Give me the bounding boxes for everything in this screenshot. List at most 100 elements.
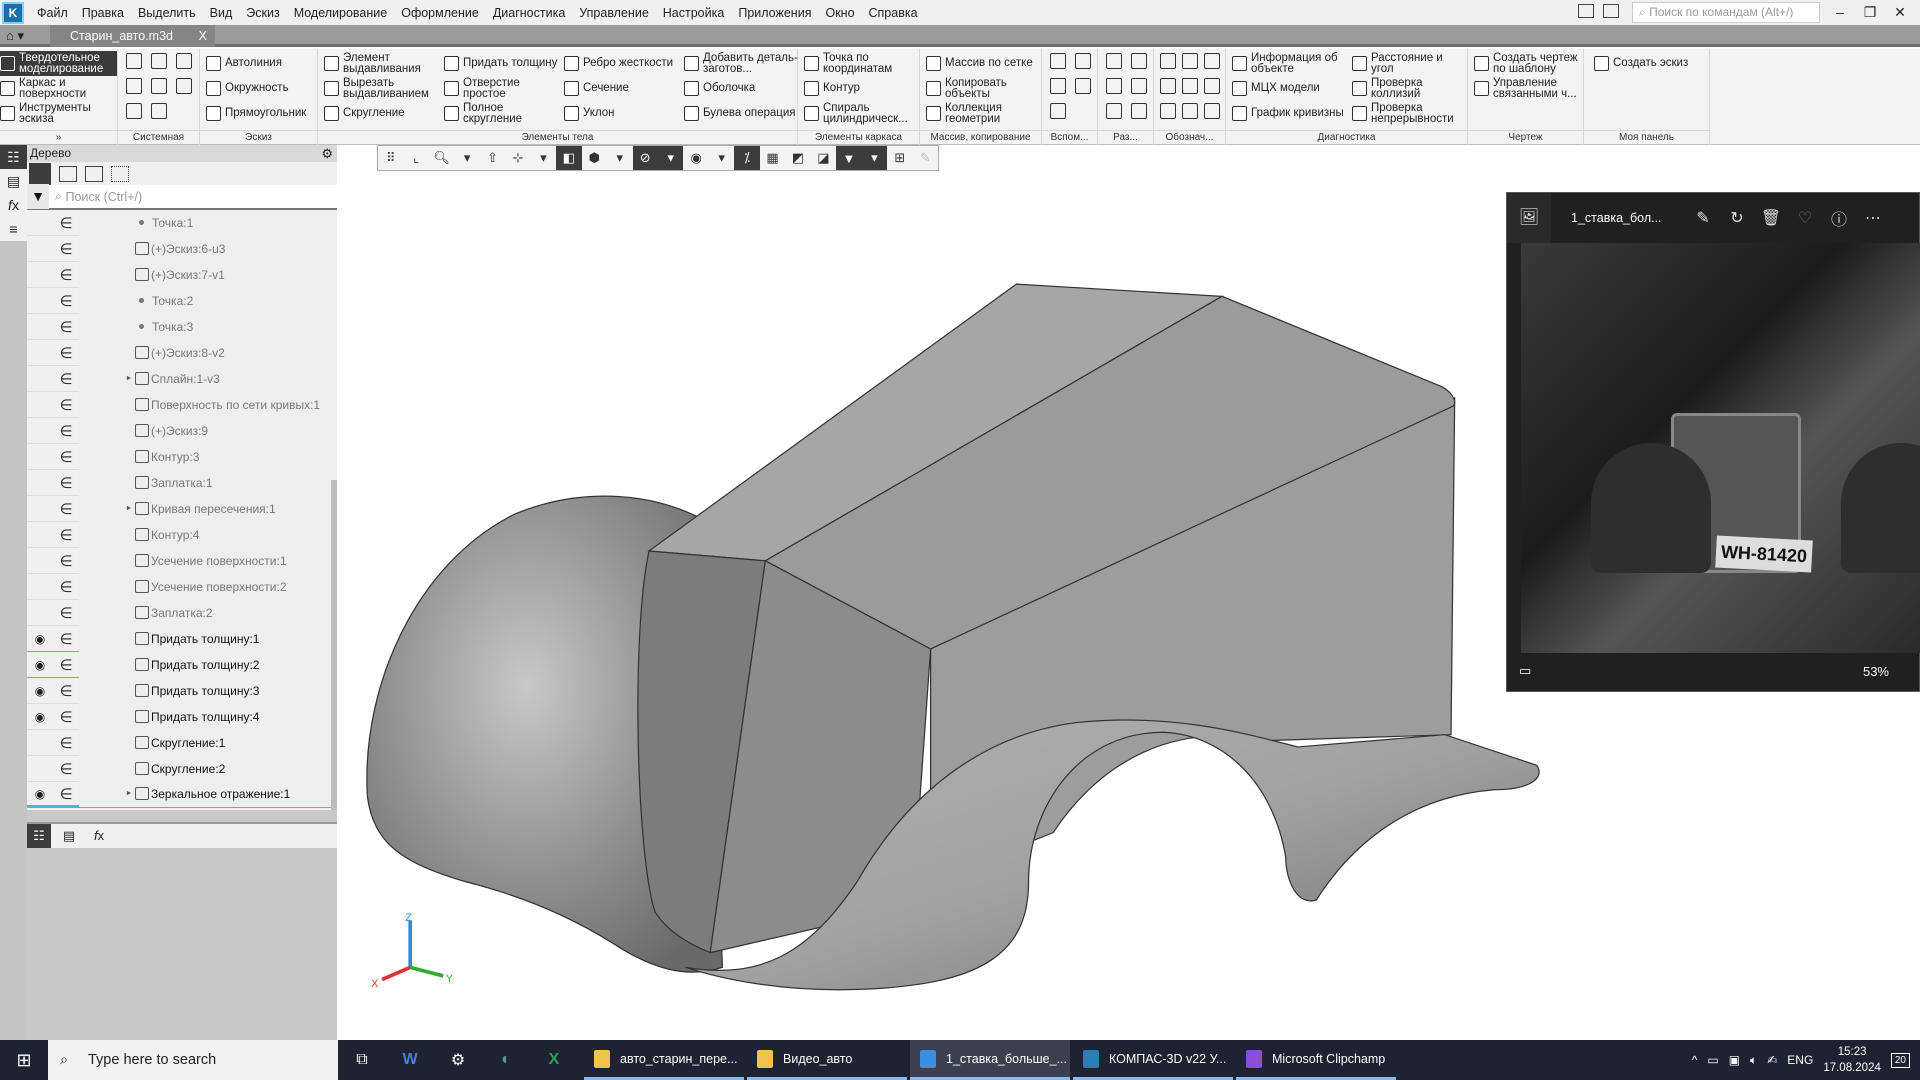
settings-icon[interactable]: ⚙ [434, 1050, 482, 1070]
text-icon[interactable] [1204, 103, 1220, 119]
tree-order-icon[interactable] [29, 162, 51, 185]
grid-icon[interactable]: ⠿ [378, 146, 403, 170]
taskbar-app[interactable]: Видео_авто [747, 1040, 907, 1080]
section-icon[interactable] [1106, 53, 1122, 69]
document-tab[interactable]: Старин_авто.m3d X [50, 25, 215, 47]
undo-icon[interactable] [126, 103, 142, 119]
ribbon-button[interactable]: Вырезать выдавливанием [324, 76, 438, 101]
tree-search-input[interactable]: ▼ ⌕ Поиск (Ctrl+/) [27, 184, 337, 210]
tree-row[interactable]: ∈ Скругление:2 [27, 755, 337, 782]
close-window-button[interactable]: ✕ [1885, 0, 1915, 25]
close-tab-button[interactable]: X [199, 25, 207, 47]
roughness-icon[interactable] [1204, 53, 1220, 69]
ribbon-button[interactable]: Расстояние и угол [1352, 51, 1468, 76]
tree-row[interactable]: ∈ Точка:3 [27, 313, 337, 340]
include-icon[interactable]: ∈ [53, 318, 79, 336]
mark-icon[interactable] [1182, 103, 1198, 119]
ribbon-button[interactable]: Твердотельное моделирование [0, 51, 117, 76]
ribbon-button[interactable]: Придать толщину [444, 51, 558, 76]
taskbar-app[interactable]: 1_ставка_больше_... [910, 1040, 1070, 1080]
split-icon[interactable] [1106, 78, 1122, 94]
zoom-level[interactable]: 53% [1863, 664, 1889, 679]
position-icon[interactable] [1204, 78, 1220, 94]
tree-row[interactable]: ◉ ∈ Придать толщину:1 [27, 625, 337, 652]
minimize-button[interactable]: – [1825, 0, 1855, 25]
save-as-icon[interactable] [176, 78, 192, 94]
ribbon-button[interactable]: Уклон [564, 101, 678, 126]
ribbon-button[interactable]: Ребро жесткости [564, 51, 678, 76]
excel-icon[interactable]: X [530, 1051, 578, 1069]
tree-row[interactable]: ∈ Усечение поверхности:2 [27, 573, 337, 600]
include-icon[interactable]: ∈ [53, 474, 79, 492]
redo-icon[interactable] [151, 103, 167, 119]
ribbon-button[interactable]: Копировать объекты [926, 76, 1040, 101]
ribbon-button[interactable]: Булева операция [684, 101, 798, 126]
eye-icon[interactable]: ◉ [27, 710, 53, 724]
ribbon-button[interactable]: Полное скругление [444, 101, 558, 126]
leader-icon[interactable] [1160, 103, 1176, 119]
tree-structure-icon[interactable] [59, 165, 77, 182]
include-icon[interactable]: ∈ [53, 214, 79, 232]
volume-icon[interactable]: 🔈︎ [1750, 1053, 1757, 1068]
tree-row[interactable]: ∈ (+)Эскиз:7-v1 [27, 261, 337, 288]
ribbon-button[interactable]: Каркас и поверхности [0, 76, 117, 101]
ribbon-button[interactable]: Управление связанными ч... [1474, 76, 1584, 101]
filter-icon[interactable]: ▼ [27, 184, 49, 209]
cut-icon[interactable] [1131, 53, 1147, 69]
include-icon[interactable]: ∈ [53, 708, 79, 726]
tree-row[interactable]: ∈ Контур:3 [27, 443, 337, 470]
open-file-icon[interactable] [151, 53, 167, 69]
menu-item[interactable]: Диагностика [486, 6, 572, 20]
tree-row[interactable]: ∈ Поверхность по сети кривых:1 [27, 391, 337, 418]
filter-icon[interactable]: ▼ [836, 146, 862, 170]
edge-icon[interactable]: ◐ [482, 1051, 530, 1069]
tree-row[interactable]: ∈ Заплатка:2 [27, 599, 337, 626]
restore-button[interactable]: ❐ [1855, 0, 1885, 25]
zoom-icon[interactable]: 🔍︎ [429, 146, 454, 170]
ribbon-button[interactable]: Создать чертеж по шаблону [1474, 51, 1584, 76]
ribbon-button[interactable]: Окружность [206, 76, 316, 101]
include-icon[interactable]: ∈ [53, 266, 79, 284]
variables-fx-icon[interactable]: fx [0, 193, 27, 217]
tree-row[interactable]: ∈ Заплатка:1 [27, 469, 337, 496]
include-icon[interactable]: ∈ [53, 344, 79, 362]
tree-row[interactable]: ∈ Точка:1 [27, 210, 337, 236]
include-icon[interactable]: ∈ [53, 292, 79, 310]
ribbon-button[interactable]: Автолиния [206, 51, 316, 76]
clock[interactable]: 15:23 17.08.2024 [1823, 1044, 1881, 1076]
trash-icon[interactable]: 🗑︎ [1754, 208, 1788, 228]
info-icon[interactable]: ⓘ [1822, 206, 1856, 230]
properties-tab-icon[interactable]: ▤ [57, 824, 81, 848]
tree-row[interactable]: ∈ Контур:4 [27, 521, 337, 548]
ribbon-button[interactable]: Точка по координатам [804, 51, 918, 76]
tree-row[interactable]: ∈ (+)Эскиз:6-u3 [27, 235, 337, 262]
aux-surface-icon[interactable] [1050, 78, 1066, 94]
chevron-down-icon[interactable]: ▾ [657, 146, 684, 170]
pen-icon[interactable]: ✍︎ [1767, 1053, 1777, 1067]
chevron-down-icon[interactable]: ▾ [607, 146, 632, 170]
measure-icon[interactable]: ⊞ [887, 146, 912, 170]
menu-item[interactable]: Файл [30, 6, 75, 20]
collapse-modes-button[interactable]: » [0, 130, 117, 145]
hide-icon[interactable]: ⊘ [632, 146, 658, 170]
eye-icon[interactable]: ◉ [27, 787, 53, 801]
thread-icon[interactable] [1160, 53, 1176, 69]
tree-row[interactable]: ∈ ► Кривая пересечения:1 [27, 495, 337, 522]
tree-row[interactable]: ∈ Скругление:1 [27, 729, 337, 756]
include-icon[interactable]: ∈ [53, 734, 79, 752]
preview-icon[interactable] [151, 78, 167, 94]
pan-icon[interactable]: ⇧ [480, 146, 505, 170]
menu-item[interactable]: Правка [75, 6, 131, 20]
include-icon[interactable]: ∈ [53, 370, 79, 388]
rotate-icon[interactable]: ↻ [1720, 208, 1754, 228]
ribbon-button[interactable]: Прямоугольник [206, 101, 316, 126]
window-layout-icon[interactable] [1578, 4, 1594, 18]
hole-mark-icon[interactable] [1182, 53, 1198, 69]
tree-row[interactable]: ∈ (+)Эскиз:9 [27, 417, 337, 444]
properties-panel-icon[interactable]: ▤ [0, 169, 27, 193]
fx-tab-icon[interactable]: fx [87, 824, 111, 848]
include-icon[interactable]: ∈ [53, 240, 79, 258]
tree-row[interactable]: ◉ ∈ Придать толщину:3 [27, 677, 337, 704]
taskbar-search-input[interactable]: ⌕ Type here to search [48, 1040, 338, 1080]
taskbar-app[interactable]: авто_старин_пере... [584, 1040, 744, 1080]
